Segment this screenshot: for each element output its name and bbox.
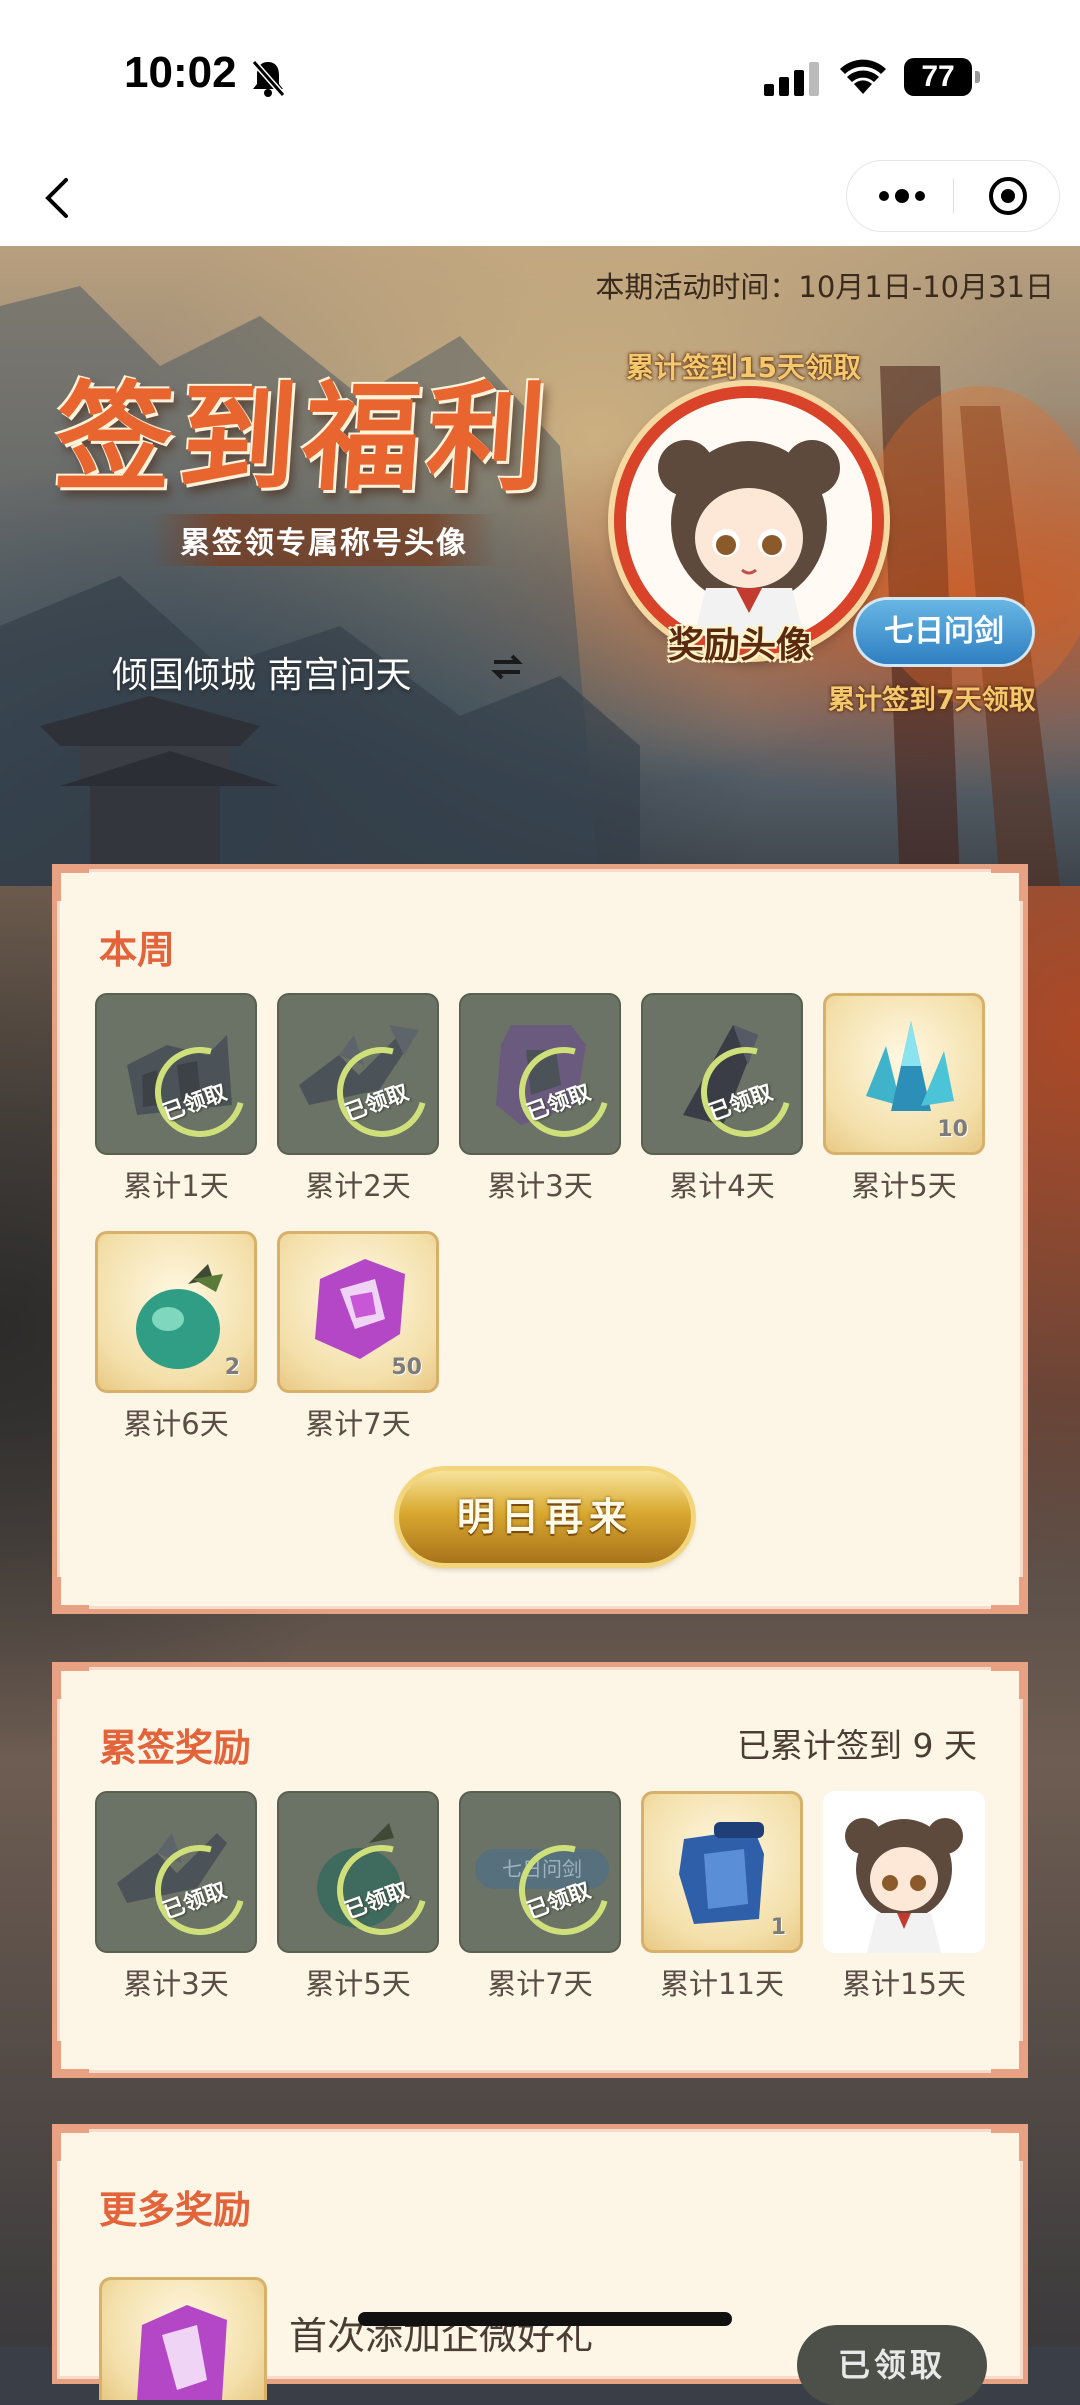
reward-label: 累计11天 [660, 1967, 784, 2001]
reward-quantity: 50 [391, 1355, 422, 1380]
signin-banner: 本期活动时间：10月1日-10月31日 签到福利 累签领专属称号头像 倾国倾城 … [0, 246, 1080, 886]
banner-title: 签到福利 [50, 368, 557, 507]
weekly-reward-day1[interactable]: 已领取 累计1天 [95, 993, 257, 1205]
chibi-avatar-icon [823, 1791, 985, 1953]
username[interactable]: 倾国倾城 南宫问天 [112, 646, 411, 698]
capsule-divider [953, 179, 954, 213]
swap-account-icon[interactable] [490, 650, 524, 688]
avatar-reward-hint: 累计签到15天领取 [626, 351, 861, 384]
reward-icon-box: 已领取 [95, 993, 257, 1155]
reward-icon-box: 已领取 [95, 1791, 257, 1953]
cumulative-status: 已累计签到 9 天 [737, 1726, 977, 1765]
status-bar: 10:02 77 [0, 0, 1080, 150]
come-back-tomorrow-button[interactable]: 明日再来 [399, 1471, 691, 1563]
more-icon[interactable] [877, 183, 927, 213]
mini-program-capsule [846, 160, 1060, 232]
corner-ornament [991, 1577, 1027, 1613]
title-badge[interactable]: 七日问剑 [856, 600, 1032, 664]
cumulative-panel: 累签奖励 已累计签到 9 天 已领取 累计3天 已领取 累计5天 七日问剑 已领… [52, 1662, 1028, 2078]
cumulative-title: 累签奖励 [99, 1726, 252, 1770]
reward-label: 累计3天 [487, 1169, 593, 1203]
cumulative-reward-day3[interactable]: 已领取 累计3天 [95, 1791, 257, 2003]
reward-quantity: 10 [937, 1117, 968, 1142]
cumulative-reward-day15[interactable]: 累计15天 [823, 1791, 985, 2003]
corner-ornament [991, 1663, 1027, 1699]
reward-avatar-label: 奖励头像 [668, 625, 813, 666]
home-indicator[interactable] [358, 2312, 732, 2326]
weekly-reward-day2[interactable]: 已领取 累计2天 [277, 993, 439, 1205]
title-reward-hint: 累计签到7天领取 [828, 685, 1036, 716]
more-rewards-panel: 更多奖励 首次添加企微好礼 已领取 [52, 2124, 1028, 2405]
back-button[interactable] [36, 170, 86, 226]
wifi-icon [838, 56, 888, 100]
reward-label: 累计7天 [487, 1967, 593, 2001]
corner-ornament [991, 865, 1027, 901]
reward-icon-box: 已领取 [459, 993, 621, 1155]
nav-bar [0, 150, 1080, 246]
corner-ornament [991, 2125, 1027, 2161]
corner-ornament [53, 2125, 89, 2161]
reward-label: 累计5天 [305, 1967, 411, 2001]
reward-icon-box: 1 [641, 1791, 803, 1953]
reward-label: 累计15天 [842, 1967, 966, 2001]
reward-icon-box [823, 1791, 985, 1953]
corner-ornament [53, 1577, 89, 1613]
reward-quantity: 2 [224, 1355, 240, 1380]
weekly-reward-day4[interactable]: 已领取 累计4天 [641, 993, 803, 1205]
cellular-signal-icon [764, 62, 824, 100]
corner-ornament [53, 1663, 89, 1699]
more-reward-claimed-button[interactable]: 已领取 [797, 2325, 987, 2405]
chibi-avatar-icon [626, 398, 872, 644]
reward-icon-box: 10 [823, 993, 985, 1155]
reward-label: 累计5天 [851, 1169, 957, 1203]
purple-token-icon [137, 2305, 227, 2400]
reward-label: 累计1天 [123, 1169, 229, 1203]
weekly-panel: 本周 已领取 累计1天 已领取 累计2天 已领取 累计3天 已领取 累计4天 1… [52, 864, 1028, 1614]
reward-icon-box: 已领取 [641, 993, 803, 1155]
weekly-title: 本周 [99, 928, 176, 972]
weekly-reward-day6[interactable]: 2 累计6天 [95, 1231, 257, 1443]
cumulative-reward-day7[interactable]: 七日问剑 已领取 累计7天 [459, 1791, 621, 2003]
status-time: 10:02 [124, 48, 237, 97]
cumulative-reward-day11[interactable]: 1 累计11天 [641, 1791, 803, 2003]
reward-label: 累计2天 [305, 1169, 411, 1203]
reward-quantity: 1 [770, 1915, 786, 1940]
reward-label: 累计3天 [123, 1967, 229, 2001]
weekly-reward-day7[interactable]: 50 累计7天 [277, 1231, 439, 1443]
corner-ornament [53, 2041, 89, 2077]
weekly-reward-day3[interactable]: 已领取 累计3天 [459, 993, 621, 1205]
weekly-reward-day5[interactable]: 10 累计5天 [823, 993, 985, 1205]
battery-indicator: 77 [904, 58, 980, 96]
cumulative-reward-day5[interactable]: 已领取 累计5天 [277, 1791, 439, 2003]
reward-label: 累计6天 [123, 1407, 229, 1441]
activity-period: 本期活动时间：10月1日-10月31日 [595, 270, 1054, 304]
reward-icon-box: 50 [277, 1231, 439, 1393]
more-rewards-title: 更多奖励 [99, 2188, 252, 2232]
reward-icon-box: 已领取 [277, 1791, 439, 1953]
more-reward-item-icon [99, 2277, 267, 2400]
bell-off-icon [250, 58, 286, 102]
reward-icon-box: 2 [95, 1231, 257, 1393]
banner-subtitle: 累签领专属称号头像 [150, 514, 498, 566]
close-target-icon[interactable] [987, 175, 1029, 221]
corner-ornament [53, 865, 89, 901]
reward-label: 累计7天 [305, 1407, 411, 1441]
reward-label: 累计4天 [669, 1169, 775, 1203]
corner-ornament [991, 2041, 1027, 2077]
reward-icon-box: 七日问剑 已领取 [459, 1791, 621, 1953]
reward-icon-box: 已领取 [277, 993, 439, 1155]
